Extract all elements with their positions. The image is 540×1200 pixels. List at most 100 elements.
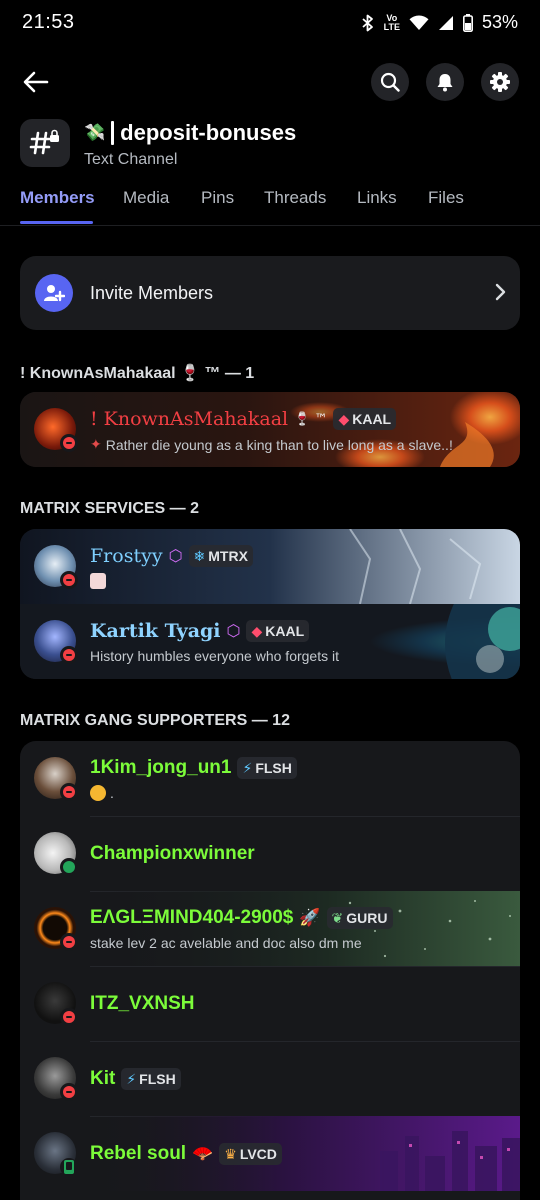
settings-button[interactable] [481, 63, 519, 101]
member-name: Kartik Tyagi [90, 620, 221, 642]
server-tag: ❦ GURU [326, 907, 393, 929]
invite-members-label: Invite Members [90, 283, 214, 303]
smiling-face-icon [90, 785, 106, 801]
channel-title: 💸 deposit-bonuses [84, 120, 296, 146]
member-name-row: 1Kim_jong_un1 ⚡ FLSH [90, 757, 297, 779]
tab-bar: Members Media Pins Threads Links Files [0, 184, 540, 226]
member-row[interactable]: Kit ⚡ FLSH [20, 1041, 520, 1116]
server-tag: ♛ LVCD [219, 1143, 282, 1165]
member-name-row: Championxwinner [90, 843, 255, 865]
member-status-text: . [90, 785, 114, 801]
locked-hashtag-icon [29, 129, 59, 155]
status-bar: 21:53 Vo LTE 53% [0, 0, 540, 48]
tab-threads[interactable]: Threads [264, 188, 326, 208]
wine-emoji: 🍷 ™ [294, 411, 328, 427]
tab-members[interactable]: Members [20, 188, 95, 208]
tab-media[interactable]: Media [123, 188, 169, 208]
member-name: ΕΛGLΞMIND404-2900$ [90, 907, 294, 928]
member-row[interactable]: Championxwinner [20, 816, 520, 891]
member-row[interactable]: ITZ_VXNSH [20, 966, 520, 1041]
status-dnd-icon [60, 434, 78, 452]
section-header-supporters: MATRIX GANG SUPPORTERS — 12 [20, 712, 290, 729]
member-row[interactable]: Kartik Tyagi ⬡ ◆ KAAL History humbles eve… [20, 604, 520, 679]
status-dnd-icon [60, 1083, 78, 1101]
member-name: 1Kim_jong_un1 [90, 757, 232, 778]
server-tag: ⚡ FLSH [237, 757, 297, 779]
bolt-icon: ⚡ [126, 1070, 137, 1087]
member-status-text: stake lev 2 ac avelable and doc also dm … [90, 935, 362, 951]
signal-icon [438, 15, 454, 31]
member-status-text: ✦ Rather die young as a king than to liv… [90, 436, 453, 453]
nitro-boost-icon: ⬡ [168, 548, 183, 565]
nitro-boost-icon: ⬡ [226, 623, 241, 640]
volte-icon: Vo LTE [383, 12, 400, 32]
member-name: Frostyy [90, 545, 163, 567]
member-name: Kit [90, 1068, 116, 1089]
crown-icon: ♛ [224, 1145, 237, 1162]
rocket-emoji: 🚀 [299, 908, 321, 928]
chevron-right-icon [494, 283, 506, 306]
section-header-matrix-services: MATRIX SERVICES — 2 [20, 500, 199, 517]
active-tab-indicator [20, 221, 93, 224]
bluetooth-icon [361, 14, 375, 32]
status-icons: Vo LTE 53% [361, 12, 518, 33]
member-name-row: ITZ_VXNSH [90, 993, 195, 1015]
status-mobile-icon [60, 1158, 78, 1176]
status-dnd-icon [60, 571, 78, 589]
member-group-matrix-services: Frostyy ⬡ ❄ MTRX Kartik Tyagi ⬡ ◆ KAAL His… [20, 529, 520, 679]
member-name-row: ΕΛGLΞMIND404-2900$ 🚀 ❦ GURU [90, 907, 393, 929]
leaf-icon: ❦ [331, 909, 344, 926]
member-row[interactable]: Frostyy ⬡ ❄ MTRX [20, 529, 520, 604]
gem-icon: ◆ [251, 622, 263, 639]
folding-fan-emoji: 🪭 [192, 1144, 214, 1164]
member-row[interactable]: Rebel soul 🪭 ♛ LVCD [20, 1116, 520, 1191]
notifications-button[interactable] [426, 63, 464, 101]
member-row[interactable]: ΕΛGLΞMIND404-2900$ 🚀 ❦ GURU stake lev 2 a… [20, 891, 520, 966]
member-status-text: History humbles everyone who forgets it [90, 648, 339, 664]
tab-pins[interactable]: Pins [201, 188, 234, 208]
tab-files[interactable]: Files [428, 188, 464, 208]
member-name: Rebel soul [90, 1143, 187, 1164]
title-separator [111, 121, 115, 145]
battery-percent: 53% [481, 12, 518, 32]
member-name-row: Kartik Tyagi ⬡ ◆ KAAL [90, 620, 310, 642]
wifi-icon [409, 14, 429, 31]
search-button[interactable] [371, 63, 409, 101]
member-row[interactable]: 1Kim_jong_un1 ⚡ FLSH . [20, 741, 520, 816]
channel-name: deposit-bonuses [120, 120, 297, 145]
member-row[interactable]: ! KnownAsMahakaal 🍷 ™ ◆ KAAL ✦ Rather die… [20, 392, 520, 467]
gem-icon: ◆ [338, 410, 350, 427]
channel-type: Text Channel [84, 151, 178, 168]
bolt-icon: ⚡ [242, 759, 253, 776]
invite-members-button[interactable]: Invite Members [20, 256, 520, 330]
status-emoji-icon [90, 573, 106, 589]
member-group-supporters: 1Kim_jong_un1 ⚡ FLSH . Championxwinner ΕΛ [20, 741, 520, 1200]
server-tag: ⚡ FLSH [121, 1068, 181, 1090]
status-emoji-icon: ✦ [90, 436, 102, 452]
money-wings-emoji: 💸 [84, 123, 106, 143]
battery-icon [462, 13, 473, 32]
section-header-owner: ! KnownAsMahakaal 🍷 ™ — 1 [20, 365, 255, 382]
search-icon [380, 72, 400, 92]
member-name-row: Rebel soul 🪭 ♛ LVCD [90, 1143, 282, 1165]
member-name-row: Kit ⚡ FLSH [90, 1068, 181, 1090]
member-name: ITZ_VXNSH [90, 993, 195, 1014]
status-dnd-icon [60, 933, 78, 951]
server-tag: ❄ MTRX [188, 545, 253, 567]
member-name: Championxwinner [90, 843, 255, 864]
channel-icon [20, 119, 70, 167]
server-tag: ◆ KAAL [333, 408, 397, 430]
back-button[interactable] [18, 64, 54, 100]
status-dnd-icon [60, 1008, 78, 1026]
member-status-text [90, 573, 106, 589]
status-dnd-icon [60, 646, 78, 664]
server-tag: ◆ KAAL [246, 620, 310, 642]
member-name: ! KnownAsMahakaal [90, 408, 289, 430]
add-member-icon [35, 274, 73, 312]
member-group-owner: ! KnownAsMahakaal 🍷 ™ ◆ KAAL ✦ Rather die… [20, 392, 520, 467]
bell-icon [437, 74, 453, 92]
member-name-row: ! KnownAsMahakaal 🍷 ™ ◆ KAAL [90, 408, 397, 430]
tab-links[interactable]: Links [357, 188, 397, 208]
gear-icon [490, 72, 510, 92]
arrow-left-icon [23, 71, 49, 93]
